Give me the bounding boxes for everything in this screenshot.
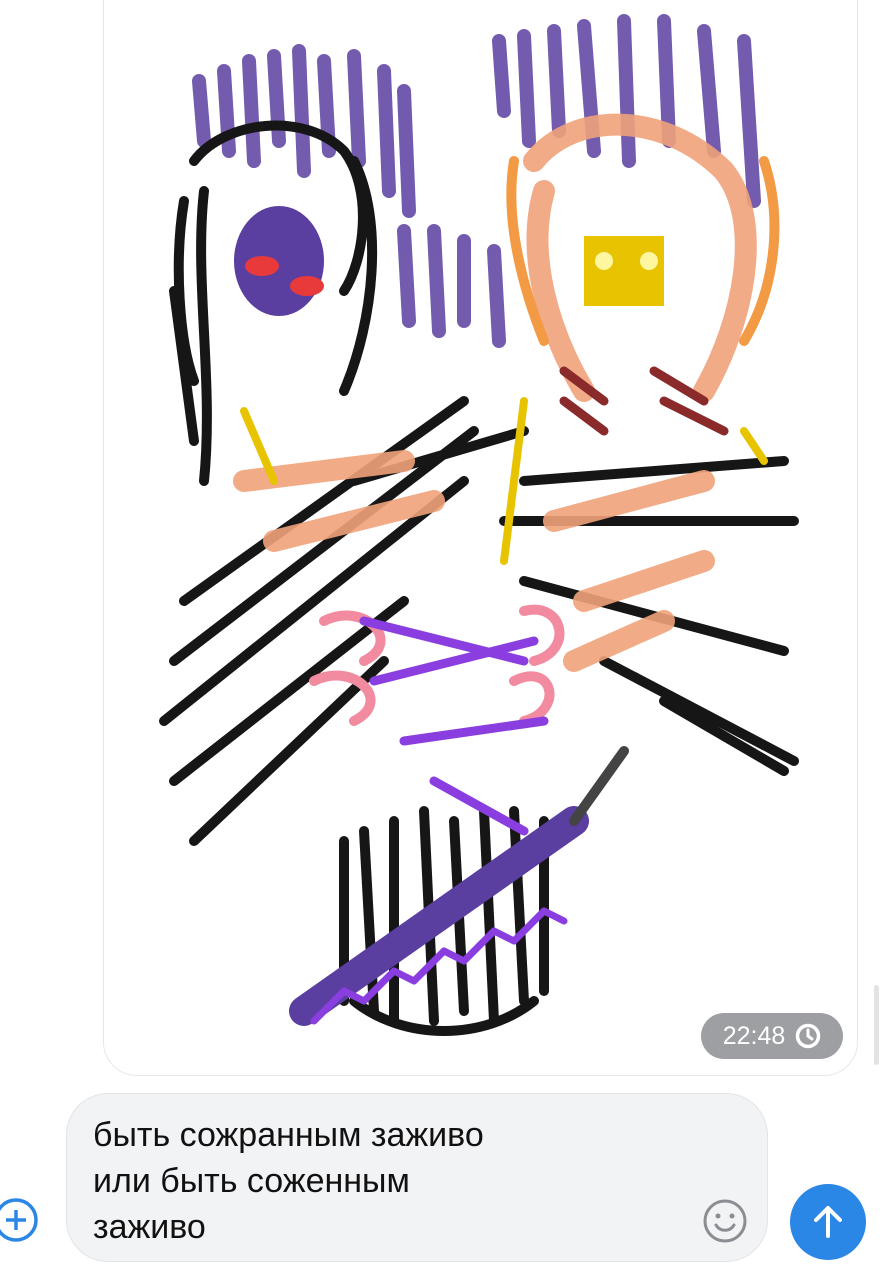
message-input-text[interactable]: быть сожранным заживо или быть соженным … bbox=[93, 1112, 693, 1250]
timestamp-badge: 22:48 bbox=[701, 1013, 843, 1059]
scrollbar[interactable] bbox=[874, 985, 879, 1065]
drawing-image bbox=[159, 14, 799, 1036]
send-button[interactable] bbox=[790, 1184, 866, 1260]
plus-circle-icon[interactable] bbox=[0, 1196, 40, 1244]
message-input[interactable]: быть сожранным заживо или быть соженным … bbox=[66, 1093, 768, 1262]
arrow-up-icon bbox=[814, 1206, 842, 1238]
timestamp: 22:48 bbox=[722, 1021, 786, 1050]
smiley-icon[interactable] bbox=[702, 1198, 748, 1244]
clock-icon bbox=[796, 1023, 821, 1049]
image-message[interactable]: 22:48 bbox=[103, 0, 858, 1076]
